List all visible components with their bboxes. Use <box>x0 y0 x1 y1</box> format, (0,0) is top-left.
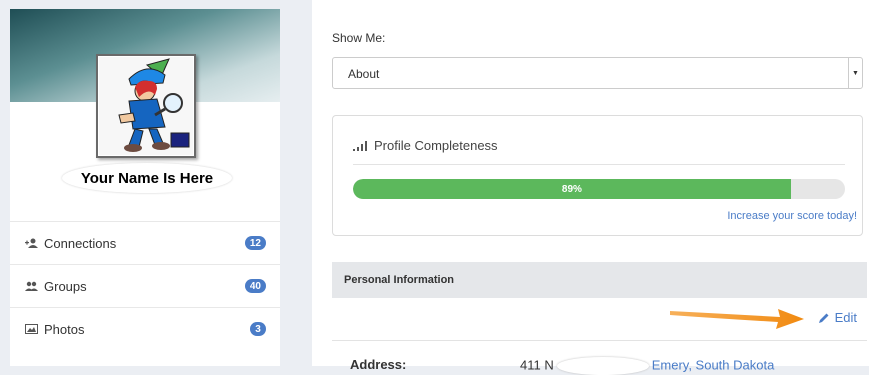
show-me-label: Show Me: <box>332 31 386 45</box>
sidebar-menu: Connections 12 Groups 40 Photos 3 <box>10 221 280 350</box>
address-value: 411 N Emery, South Dakota <box>520 357 774 375</box>
address-label: Address: <box>350 357 407 372</box>
profile-completeness-title: Profile Completeness <box>353 138 498 153</box>
redaction-blur <box>556 357 649 375</box>
profile-name: Your Name Is Here <box>80 169 214 187</box>
signal-bars-icon <box>353 140 367 151</box>
edit-button[interactable]: Edit <box>818 310 857 325</box>
show-me-value: About <box>348 67 380 81</box>
count-badge: 12 <box>244 236 266 250</box>
address-street: 411 N <box>520 357 554 373</box>
photos-icon <box>24 323 38 335</box>
sidebar-item-label: Photos <box>44 321 85 337</box>
profile-name-container: Your Name Is Here <box>62 163 232 193</box>
divider <box>353 164 845 165</box>
groups-icon <box>24 280 38 292</box>
increase-score-link[interactable]: Increase your score today! <box>727 210 857 222</box>
edit-label: Edit <box>834 310 857 325</box>
connections-icon <box>24 237 38 249</box>
sidebar-item-connections[interactable]: Connections 12 <box>10 221 280 264</box>
divider <box>332 340 867 341</box>
chevron-down-icon[interactable]: ▼ <box>848 58 862 88</box>
profile-card: Your Name Is Here Connections 12 Groups … <box>10 9 280 366</box>
avatar[interactable] <box>96 54 196 158</box>
sidebar-item-label: Groups <box>44 278 87 294</box>
detective-cartoon-image <box>99 57 193 155</box>
progress-percent-label: 89% <box>561 183 582 195</box>
sidebar-item-groups[interactable]: Groups 40 <box>10 264 280 307</box>
sidebar-item-label: Connections <box>44 235 117 251</box>
progress-bar: 89% <box>353 179 845 199</box>
personal-information-header: Personal Information <box>332 262 867 298</box>
profile-completeness-box: Profile Completeness 89% Increase your s… <box>332 115 863 236</box>
count-badge: 40 <box>244 279 266 293</box>
show-me-select[interactable]: About ▼ <box>332 57 863 89</box>
count-badge: 3 <box>250 322 266 336</box>
progress-bar-fill: 89% <box>353 179 791 199</box>
sidebar-item-photos[interactable]: Photos 3 <box>10 307 280 350</box>
annotation-arrow-icon <box>670 309 804 329</box>
address-city-link[interactable]: Emery, South Dakota <box>652 357 775 372</box>
pencil-icon <box>818 313 829 323</box>
